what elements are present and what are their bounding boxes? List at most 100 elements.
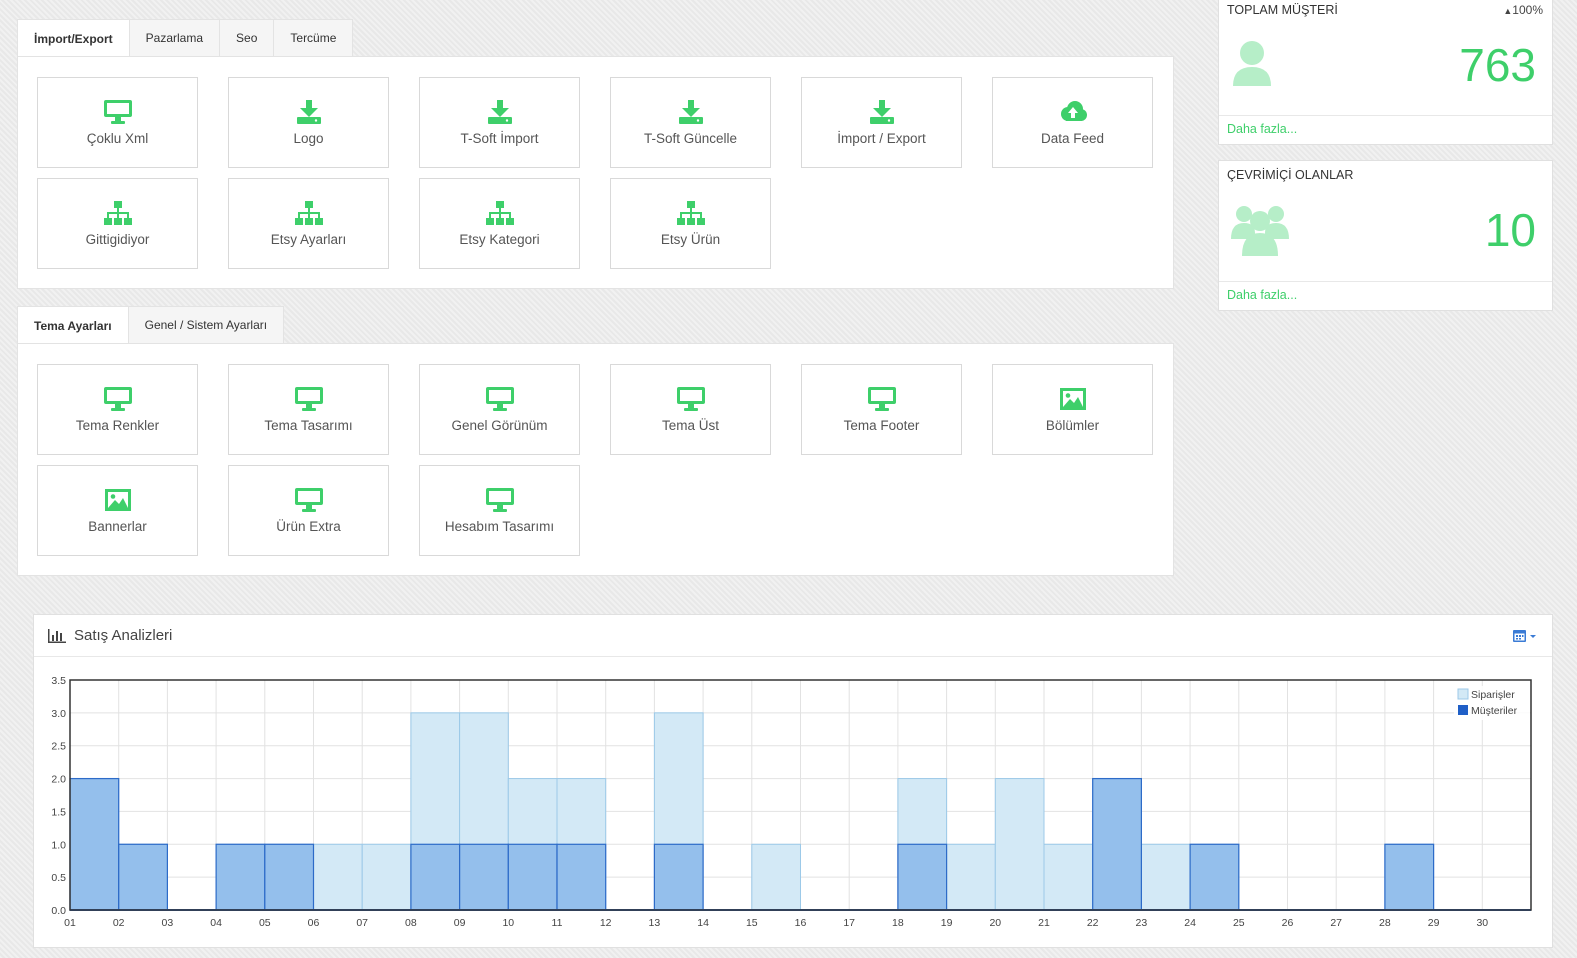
more-link[interactable]: Daha fazla... <box>1227 122 1297 136</box>
x-tick-label: 21 <box>1038 917 1050 929</box>
total-customers-value: 763 <box>1459 39 1536 91</box>
bar-musteriler <box>1092 777 1142 911</box>
x-tick-label: 23 <box>1136 917 1148 929</box>
tile-tsoft-guncelle[interactable]: T-Soft Güncelle <box>610 77 771 168</box>
tab-pazarlama[interactable]: Pazarlama <box>128 19 221 56</box>
x-tick-label: 30 <box>1476 917 1488 929</box>
legend-label-siparisler: Siparişler <box>1471 689 1515 701</box>
legend-label-musteriler: Müşteriler <box>1471 705 1518 717</box>
tile-etsy-ayarlari[interactable]: Etsy Ayarları <box>228 178 389 269</box>
image-icon <box>1059 388 1086 410</box>
tile-label: Ürün Extra <box>276 519 341 534</box>
tile-import-export[interactable]: İmport / Export <box>801 77 962 168</box>
tile-label: Bölümler <box>1045 418 1100 433</box>
tile-coklu-xml[interactable]: Çoklu Xml <box>37 77 198 168</box>
bar-musteriler <box>215 843 266 911</box>
tile-label: Çoklu Xml <box>86 131 149 146</box>
x-tick-label: 17 <box>843 917 855 929</box>
tile-label: Tema Üst <box>661 418 719 433</box>
import-export-panel: Çoklu Xml Logo T-Soft İmport T-Soft Günc… <box>17 56 1174 289</box>
x-tick-label: 25 <box>1233 917 1245 929</box>
x-tick-label: 26 <box>1282 917 1294 929</box>
theme-tabs: Tema Ayarları Genel / Sistem Ayarları <box>17 306 285 344</box>
bar-musteriler <box>264 843 315 911</box>
y-tick-label: 3.5 <box>51 675 66 687</box>
download-icon <box>487 100 512 124</box>
tile-label: Genel Görünüm <box>451 418 548 433</box>
tile-etsy-kategori[interactable]: Etsy Kategori <box>419 178 580 269</box>
monitor-icon <box>867 387 896 411</box>
widget-title: ÇEVRİMİÇİ OLANLAR <box>1227 168 1354 182</box>
tile-label: Etsy Ayarları <box>270 232 347 247</box>
cloud-upload-icon <box>1060 101 1087 121</box>
tile-tsoft-import[interactable]: T-Soft İmport <box>419 77 580 168</box>
y-tick-label: 3.0 <box>51 708 66 720</box>
bar-siparisler <box>994 778 1045 911</box>
monitor-icon <box>294 488 323 512</box>
tab-seo[interactable]: Seo <box>219 19 275 56</box>
x-tick-label: 22 <box>1087 917 1099 929</box>
download-icon <box>869 100 894 124</box>
tile-bannerlar[interactable]: Bannerlar <box>37 465 198 556</box>
x-tick-label: 02 <box>113 917 125 929</box>
tile-bolumler[interactable]: Bölümler <box>992 364 1153 455</box>
y-tick-label: 1.0 <box>51 839 66 851</box>
bar-musteriler <box>507 843 558 911</box>
x-tick-label: 06 <box>308 917 320 929</box>
more-link[interactable]: Daha fazla... <box>1227 288 1297 302</box>
tile-label: Bannerlar <box>88 519 147 534</box>
tile-etsy-urun[interactable]: Etsy Ürün <box>610 178 771 269</box>
theme-settings-panel: Tema Renkler Tema Tasarımı Genel Görünüm… <box>17 343 1174 576</box>
x-tick-label: 29 <box>1428 917 1440 929</box>
download-icon <box>296 100 321 124</box>
bar-musteriler <box>1189 843 1240 911</box>
widget-footer: Daha fazla... <box>1219 281 1552 310</box>
monitor-icon <box>485 387 514 411</box>
tile-logo[interactable]: Logo <box>228 77 389 168</box>
tile-tema-renkler[interactable]: Tema Renkler <box>37 364 198 455</box>
tile-label: Tema Renkler <box>75 418 160 433</box>
x-tick-label: 18 <box>892 917 904 929</box>
tab-genel-sistem-ayarlari[interactable]: Genel / Sistem Ayarları <box>127 306 285 343</box>
x-tick-label: 10 <box>502 917 514 929</box>
tab-import-export[interactable]: İmport/Export <box>17 19 130 57</box>
x-tick-label: 07 <box>356 917 368 929</box>
tile-label: Etsy Kategori <box>459 232 540 247</box>
tile-gittigidiyor[interactable]: Gittigidiyor <box>37 178 198 269</box>
tile-genel-gorunum[interactable]: Genel Görünüm <box>419 364 580 455</box>
user-icon <box>1233 41 1271 86</box>
x-tick-label: 27 <box>1330 917 1342 929</box>
tile-label: Gittigidiyor <box>85 232 150 247</box>
tile-label: Tema Tasarımı <box>264 418 353 433</box>
tile-tema-footer[interactable]: Tema Footer <box>801 364 962 455</box>
x-tick-label: 11 <box>552 917 563 929</box>
tile-label: Data Feed <box>1040 131 1105 146</box>
x-tick-label: 13 <box>649 917 661 929</box>
legend-swatch-musteriler <box>1458 705 1468 715</box>
x-tick-label: 05 <box>259 917 271 929</box>
trend-indicator: ▲100% <box>1503 3 1543 17</box>
tile-data-feed[interactable]: Data Feed <box>992 77 1153 168</box>
image-icon <box>104 489 131 511</box>
sales-chart: 0.0 0.5 1.0 1.5 2.0 2.5 3.0 3.5 01 02 03 04 05 06 07 08… <box>51 675 1532 929</box>
x-tick-label: 28 <box>1379 917 1391 929</box>
bar-musteriler <box>653 843 704 911</box>
bar-siparisler <box>313 843 363 911</box>
tab-tercume[interactable]: Tercüme <box>273 19 354 56</box>
x-tick-label: 01 <box>64 917 76 929</box>
trend-value: 100% <box>1512 3 1543 17</box>
sales-analysis-panel: Satış Analizleri 0.0 0.5 1.0 1.5 2.0 2.5 3.0 3.… <box>33 614 1553 948</box>
top-tabs: İmport/Export Pazarlama Seo Tercüme <box>17 19 354 57</box>
tab-tema-ayarlari[interactable]: Tema Ayarları <box>17 306 129 344</box>
tile-urun-extra[interactable]: Ürün Extra <box>228 465 389 556</box>
tile-tema-ust[interactable]: Tema Üst <box>610 364 771 455</box>
x-tick-label: 09 <box>454 917 466 929</box>
online-users-value: 10 <box>1484 204 1536 256</box>
monitor-icon <box>676 387 705 411</box>
tile-hesabim-tasarimi[interactable]: Hesabım Tasarımı <box>419 465 580 556</box>
bar-musteriler <box>459 843 509 911</box>
bar-musteriler <box>897 843 948 911</box>
tile-tema-tasarimi[interactable]: Tema Tasarımı <box>228 364 389 455</box>
monitor-icon <box>294 387 323 411</box>
tile-label: Tema Footer <box>843 418 920 433</box>
